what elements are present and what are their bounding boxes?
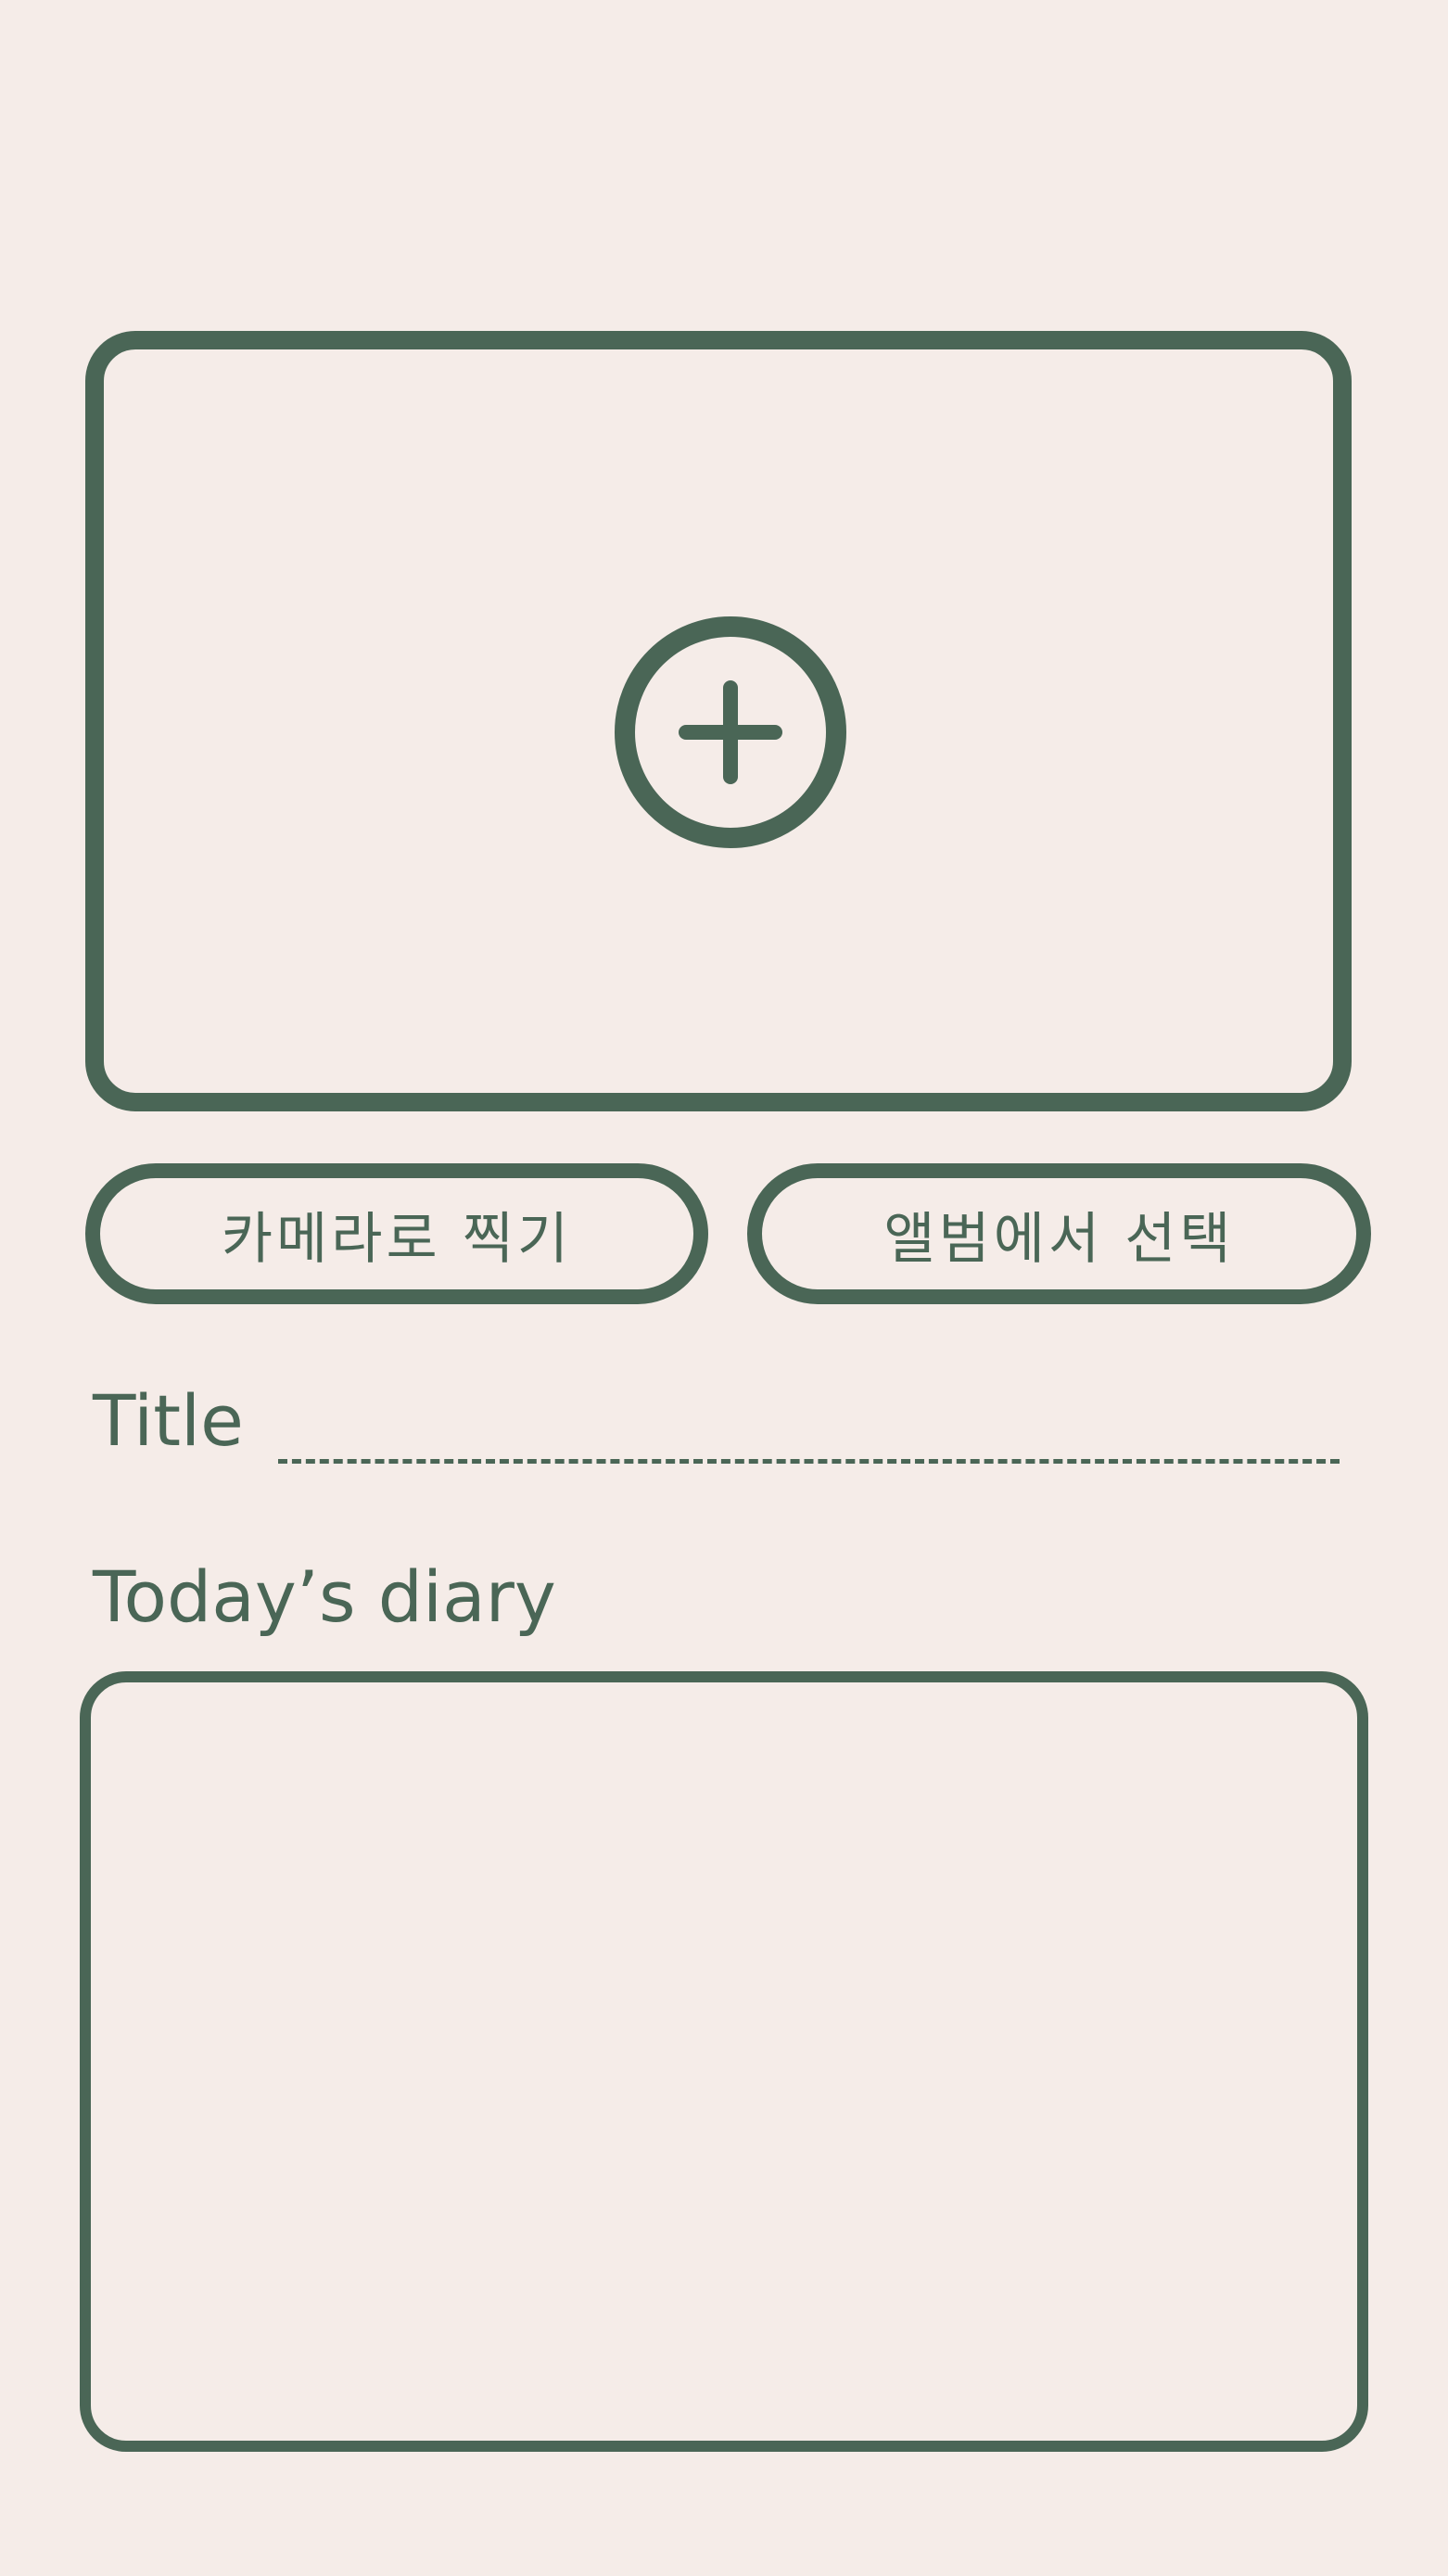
diary-label: Today’s diary	[93, 1555, 556, 1638]
choose-from-album-button[interactable]: 앨범에서 선택	[747, 1163, 1371, 1304]
take-photo-button[interactable]: 카메라로 찍기	[85, 1163, 708, 1304]
title-label: Title	[93, 1379, 244, 1462]
circle-plus-icon[interactable]	[614, 615, 847, 849]
title-input[interactable]	[278, 1400, 1340, 1464]
diary-textarea[interactable]	[80, 1671, 1368, 2452]
